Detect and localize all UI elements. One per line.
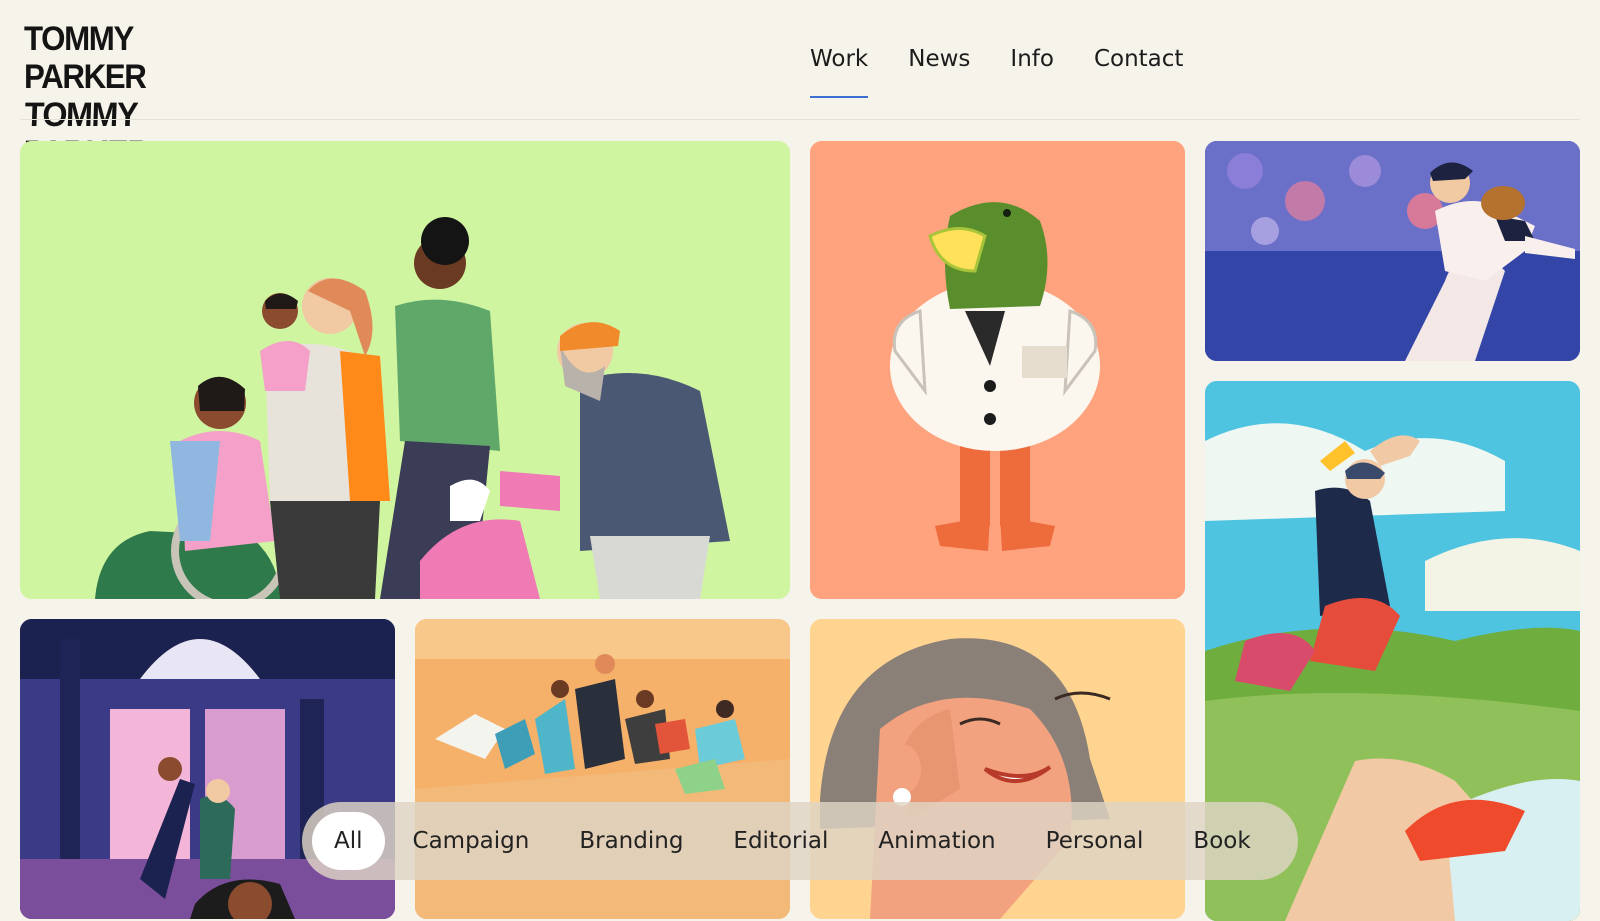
- nav-news[interactable]: News: [908, 40, 970, 98]
- project-tile-duck-illustration[interactable]: [810, 141, 1185, 599]
- nav-info[interactable]: Info: [1010, 40, 1054, 98]
- filter-animation[interactable]: Animation: [856, 812, 1017, 870]
- category-filter-bar: All Campaign Branding Editorial Animatio…: [302, 802, 1298, 880]
- filter-all[interactable]: All: [312, 812, 385, 870]
- project-tile-family-illustration[interactable]: [20, 141, 790, 599]
- nav-work[interactable]: Work: [810, 40, 869, 98]
- duck-illustration: [810, 141, 1185, 599]
- site-logo[interactable]: TOMMY PARKER TOMMY PARKER: [23, 20, 264, 172]
- filter-editorial[interactable]: Editorial: [711, 812, 850, 870]
- project-tile-baseball-illustration[interactable]: [1205, 141, 1580, 361]
- filter-campaign[interactable]: Campaign: [391, 812, 552, 870]
- nav-contact[interactable]: Contact: [1094, 40, 1183, 98]
- logo-line-1: TOMMY PARKER: [24, 20, 147, 96]
- main-nav: Work News Info Contact: [810, 40, 1183, 100]
- baseball-illustration: [1205, 141, 1580, 361]
- filter-branding[interactable]: Branding: [557, 812, 705, 870]
- header-divider: [20, 119, 1580, 120]
- filter-personal[interactable]: Personal: [1024, 812, 1166, 870]
- family-illustration: [20, 141, 790, 599]
- filter-book[interactable]: Book: [1171, 812, 1272, 870]
